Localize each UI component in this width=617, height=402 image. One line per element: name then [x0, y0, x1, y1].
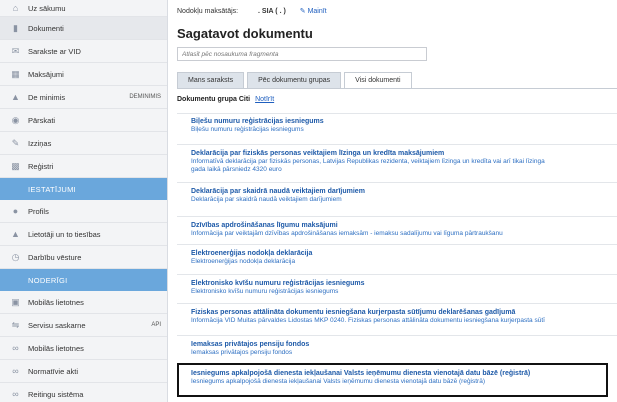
- main-content: Nodokļu maksātājs: . SIA ( . ) ✎ Mainīt …: [172, 0, 617, 402]
- taxpayer-label: Nodokļu maksātājs:: [177, 8, 239, 15]
- sidebar-item-label: Pārskati: [28, 115, 56, 125]
- link-icon: ∞: [12, 343, 19, 353]
- tab-my-list[interactable]: Mans saraksts: [177, 72, 245, 89]
- document-description: Iesniegums apkalpojošā dienesta iekļauša…: [191, 378, 485, 385]
- sidebar-section-settings: IESTATĪJUMI: [0, 178, 167, 200]
- sidebar-item-label: Mobilās lietotnes: [28, 343, 84, 353]
- sidebar-item-reports[interactable]: ◉ Pārskati: [0, 109, 167, 132]
- document-description: Elektronisko kvīšu numuru reģistrācijas …: [191, 288, 339, 295]
- sidebar-item-label: Lietotāji un to tiesības: [28, 229, 101, 239]
- home-icon: ⌂: [12, 3, 19, 13]
- change-taxpayer-label: Mainīt: [307, 8, 327, 15]
- document-description: Iemaksas privātajos pensiju fondos: [191, 349, 293, 356]
- document-description: Biļešu numuru reģistrācijas iesniegums: [191, 126, 304, 133]
- payments-icon: ▦: [11, 68, 20, 79]
- sidebar-item-history[interactable]: ◷ Darbību vēsture: [0, 246, 167, 269]
- list-item[interactable]: Iesniegums apkalpojošā dienesta iekļauša…: [177, 365, 617, 395]
- taxpayer-name: . SIA ( . ): [258, 8, 286, 15]
- sidebar-section-useful: NODERĪGI: [0, 269, 167, 291]
- mail-icon: ✉: [11, 45, 20, 56]
- sidebar-item-label: Reitingu sistēma: [28, 389, 84, 399]
- mobile-icon: ▣: [11, 296, 20, 307]
- tab-all-documents[interactable]: Visi dokumenti: [344, 72, 412, 89]
- list-item[interactable]: Fiziskas personas attālināta dokumentu i…: [177, 303, 617, 327]
- sidebar-item-documents[interactable]: ▮ Dokumenti: [0, 17, 167, 40]
- sidebar-item-label: Sarakste ar VID: [28, 46, 81, 56]
- sidebar-item-label: Profils: [28, 206, 49, 216]
- clear-filter-link[interactable]: Notīrīt: [255, 96, 274, 103]
- document-title[interactable]: Dzīvības apdrošināšanas līgumu maksājumi: [191, 221, 617, 230]
- edit-icon: ✎: [11, 137, 20, 148]
- document-search-input[interactable]: [177, 47, 427, 61]
- sidebar-item-label: Normatīvie akti: [28, 366, 79, 376]
- sidebar-item-label: Mobilās lietotnes: [28, 297, 84, 307]
- sidebar-item-label: Darbību vēsture: [28, 252, 82, 262]
- document-description: Informācija par veiktajām dzīvības apdro…: [191, 230, 503, 237]
- tab-divider: [177, 88, 617, 89]
- document-icon: ▮: [13, 22, 18, 33]
- sidebar-item-certificates[interactable]: ✎ Izziņas: [0, 132, 167, 155]
- document-description-cont: gada laikā pārsniedz 4320 euro: [191, 166, 282, 173]
- document-title[interactable]: Iemaksas privātajos pensiju fondos: [191, 340, 617, 349]
- page-title: Sagatavot dokumentu: [177, 26, 313, 41]
- sidebar-item-mobile-apps[interactable]: ▣ Mobilās lietotnes: [0, 291, 167, 314]
- user-icon: ●: [12, 206, 19, 216]
- sidebar-item-label: Maksājumi: [28, 69, 64, 79]
- document-group-filter: Dokumentu grupa Citi Notīrīt: [177, 96, 274, 103]
- sidebar-item-profile[interactable]: ● Profils: [0, 200, 167, 223]
- warning-icon: ▲: [11, 92, 20, 102]
- document-description: Deklarācija par skaidrā naudā veiktajiem…: [191, 196, 342, 203]
- sidebar-item-api[interactable]: ⇋ Servisu saskarne API: [0, 314, 167, 337]
- document-title[interactable]: Iesniegums apkalpojošā dienesta iekļauša…: [191, 369, 617, 378]
- sidebar-item-de-minimis[interactable]: ▲ De minimis DEMINIMIS: [0, 86, 167, 109]
- sidebar-item-rating[interactable]: ∞ Reitingu sistēma: [0, 383, 167, 402]
- sidebar-item-label: Uz sākumu: [28, 3, 66, 13]
- sidebar-item-mobile-apps-link[interactable]: ∞ Mobilās lietotnes: [0, 337, 167, 360]
- chart-icon: ◉: [11, 114, 20, 125]
- document-title[interactable]: Biļešu numuru reģistrācijas iesniegums: [191, 117, 617, 126]
- tab-by-group[interactable]: Pēc dokumentu grupas: [247, 72, 342, 89]
- document-title[interactable]: Deklarācija par fiziskās personas veikta…: [191, 149, 617, 158]
- document-description: Informācija VID Muitas pārvaldes Lidosta…: [191, 317, 545, 324]
- list-item[interactable]: Iemaksas privātajos pensiju fondos Iemak…: [177, 335, 617, 359]
- list-item[interactable]: Deklarācija par skaidrā naudā veiktajiem…: [177, 182, 617, 206]
- change-taxpayer-link[interactable]: ✎ Mainīt: [300, 8, 327, 15]
- sidebar-item-registers[interactable]: ▩ Reģistri: [0, 155, 167, 178]
- history-icon: ◷: [11, 251, 20, 262]
- sidebar-item-label: De minimis: [28, 92, 66, 102]
- sidebar-item-label: Dokumenti: [28, 23, 64, 33]
- taxpayer-bar: Nodokļu maksātājs: . SIA ( . ) ✎ Mainīt: [177, 7, 327, 15]
- link-icon: ∞: [12, 389, 19, 399]
- api-badge: API: [151, 322, 161, 328]
- document-title[interactable]: Deklarācija par skaidrā naudā veiktajiem…: [191, 187, 617, 196]
- list-item[interactable]: Biļešu numuru reģistrācijas iesniegums B…: [177, 113, 617, 133]
- sidebar-item-label: Servisu saskarne: [28, 320, 86, 330]
- document-description: Elektroenerģijas nodokļa deklarācija: [191, 258, 296, 265]
- sidebar-item-correspondence[interactable]: ✉ Sarakste ar VID: [0, 40, 167, 63]
- list-item[interactable]: Deklarācija par fiziskās personas veikta…: [177, 144, 617, 174]
- document-tabs: Mans saraksts Pēc dokumentu grupas Visi …: [177, 72, 415, 89]
- list-item[interactable]: Elektroenerģijas nodokļa deklarācija Ele…: [177, 244, 617, 268]
- document-title[interactable]: Elektronisko kvīšu numuru reģistrācijas …: [191, 279, 617, 288]
- sidebar-item-label: Izziņas: [28, 138, 52, 148]
- sidebar-item-users[interactable]: ▲ Lietotāji un to tiesības: [0, 223, 167, 246]
- list-item[interactable]: Elektronisko kvīšu numuru reģistrācijas …: [177, 274, 617, 298]
- link-icon: ∞: [12, 366, 19, 376]
- document-description: Informatīvā deklarācija par fiziskās per…: [191, 158, 545, 165]
- sidebar-item-payments[interactable]: ▦ Maksājumi: [0, 63, 167, 86]
- document-title[interactable]: Elektroenerģijas nodokļa deklarācija: [191, 249, 617, 258]
- document-group-label: Dokumentu grupa Citi: [177, 96, 251, 103]
- sidebar-item-regulations[interactable]: ∞ Normatīvie akti: [0, 360, 167, 383]
- grid-icon: ▩: [11, 160, 20, 171]
- list-item[interactable]: Dzīvības apdrošināšanas līgumu maksājumi…: [177, 216, 617, 240]
- api-icon: ⇋: [11, 319, 20, 330]
- users-icon: ▲: [11, 229, 20, 239]
- de-minimis-badge: DEMINIMIS: [129, 94, 161, 100]
- sidebar-item-label: Reģistri: [28, 161, 54, 171]
- sidebar: ⌂ Uz sākumu ▮ Dokumenti ✉ Sarakste ar VI…: [0, 0, 168, 402]
- sidebar-item-home[interactable]: ⌂ Uz sākumu: [0, 0, 167, 17]
- document-title[interactable]: Fiziskas personas attālināta dokumentu i…: [191, 308, 617, 317]
